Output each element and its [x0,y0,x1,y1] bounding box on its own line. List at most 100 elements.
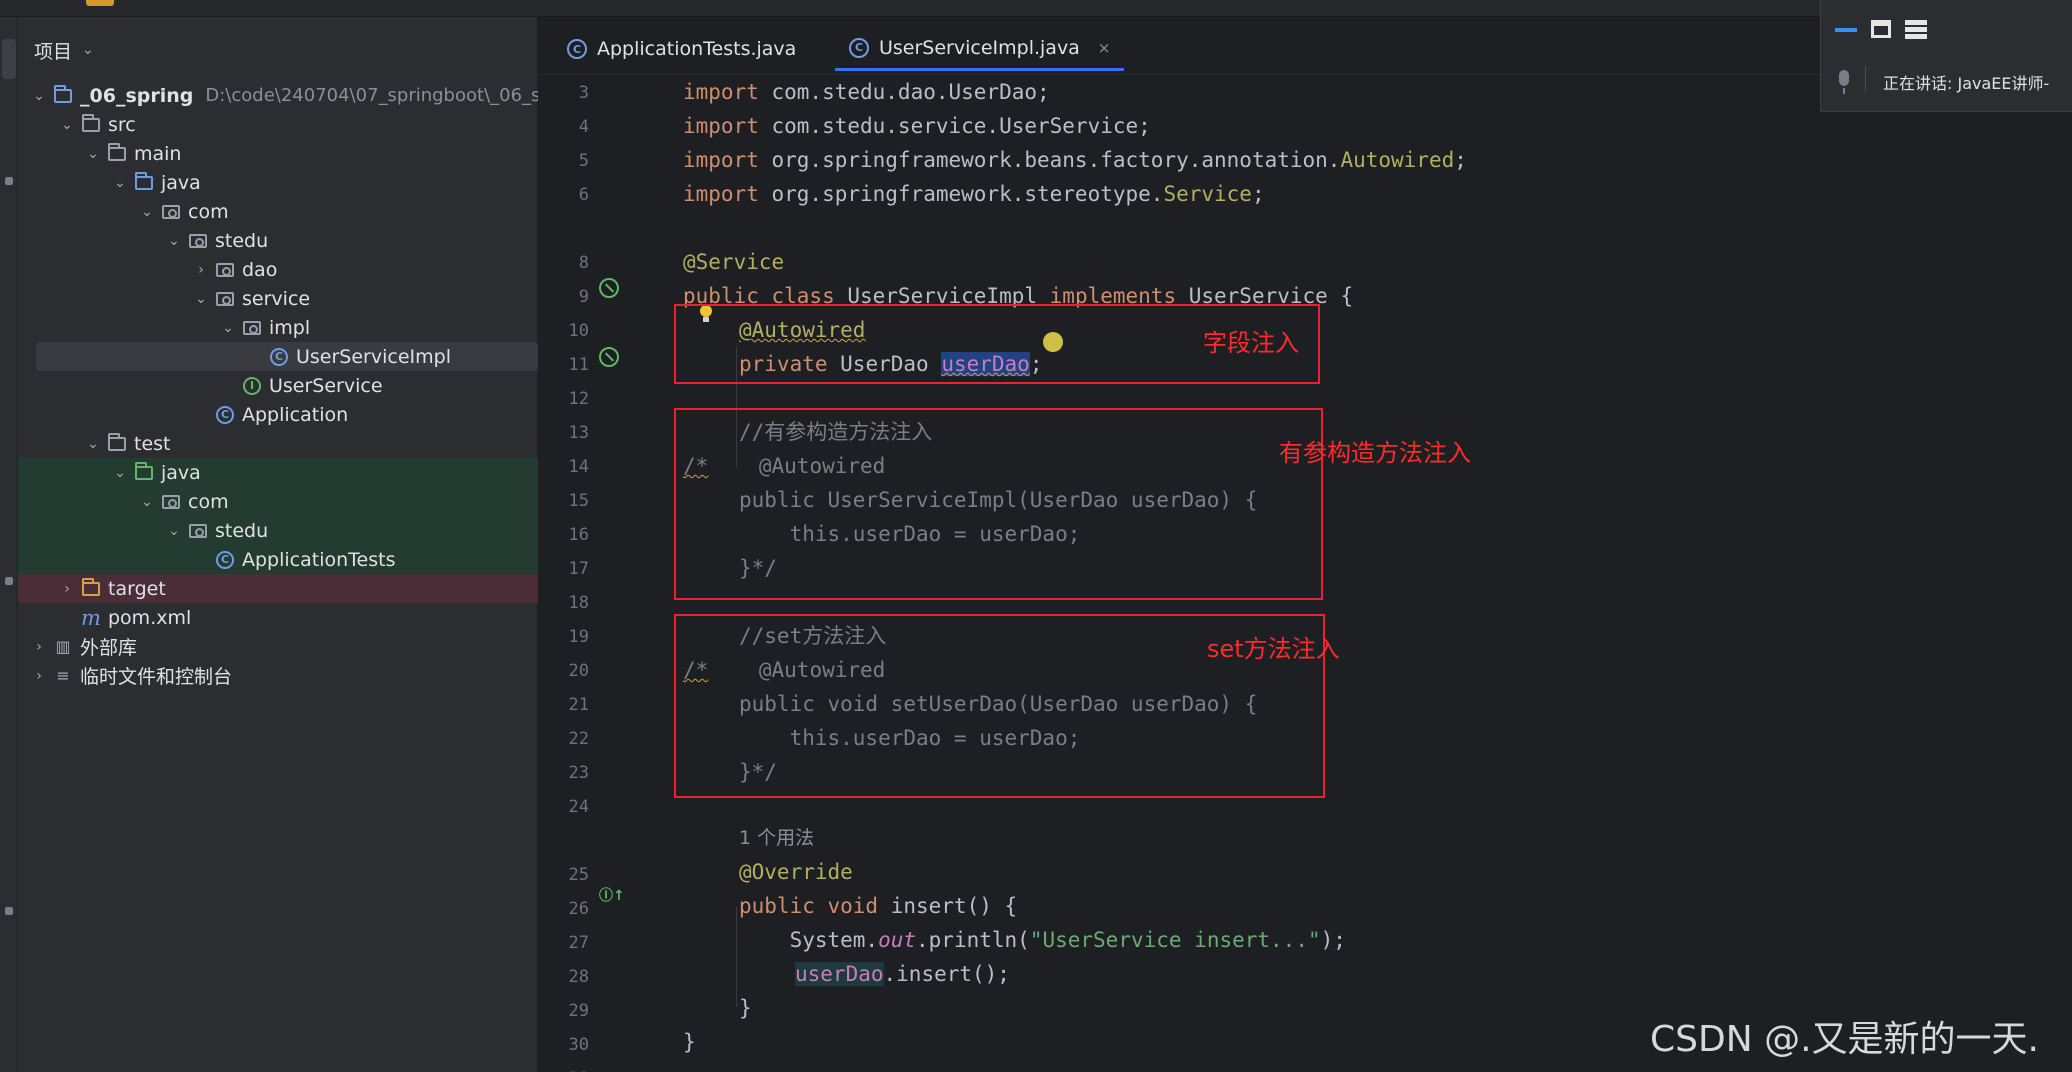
tab-applicationtests[interactable]: C ApplicationTests.java [553,27,810,71]
chevron-down-icon[interactable]: ⌄ [165,233,183,249]
microphone-icon[interactable] [1839,70,1849,94]
code-line-26[interactable]: public void insert() { [739,889,1017,923]
tree-item-stedu[interactable]: ⌄ stedu [18,226,538,255]
module-folder-icon [52,84,74,105]
tree-item-userservice[interactable]: I UserService [18,371,538,400]
code-line-28[interactable]: userDao.insert(); [795,957,1010,991]
chevron-down-icon[interactable]: ⌄ [58,117,76,133]
code-line-8[interactable]: @Service [683,245,784,279]
editor-gutter: 3 4 5 6 8 9 10 11 12 13 14 15 16 17 18 19 20 21 22 23 24 25 26… [539,75,639,1072]
chevron-down-icon[interactable]: ⌄ [138,204,156,220]
code-line-29[interactable]: } [739,991,752,1025]
tree-item-external-libraries[interactable]: › ▥ 外部库 [18,632,538,661]
tab-userserviceimpl[interactable]: C UserServiceImpl.java × [835,27,1125,71]
chevron-down-icon[interactable]: ⌄ [84,146,102,162]
tree-item-label: dao [242,258,278,281]
injection-gutter-icon[interactable] [599,347,619,367]
class-icon: C [214,550,236,569]
top-accent [86,0,114,6]
close-icon[interactable]: × [1098,39,1111,57]
constructor-injection-box [674,408,1323,600]
folder-icon [80,113,102,134]
tab-label: ApplicationTests.java [597,38,797,60]
class-icon: C [849,37,869,58]
setter-injection-label: set方法注入 [1207,635,1340,663]
line-number: 23 [568,763,589,783]
tree-item-application[interactable]: C Application [18,400,538,429]
tree-item-java[interactable]: ⌄ java [18,168,538,197]
tree-item-target[interactable]: › target [18,574,538,603]
class-icon: C [567,39,587,59]
code-line-30[interactable]: } [683,1025,696,1059]
folder-icon [106,142,128,163]
tree-item-impl[interactable]: ⌄ impl [18,313,538,342]
package-icon [214,261,236,279]
tree-item-test-com[interactable]: ⌄ com [18,487,538,516]
chevron-down-icon[interactable]: ⌄ [111,175,129,191]
tree-item-com[interactable]: ⌄ com [18,197,538,226]
chevron-down-icon[interactable]: ⌄ [84,436,102,452]
tree-item-userserviceimpl[interactable]: C UserServiceImpl [36,342,538,371]
strip-marker [5,177,13,185]
tree-item-label: target [108,577,166,600]
tree-item-service[interactable]: ⌄ service [18,284,538,313]
line-number: 4 [578,117,589,137]
usage-hint[interactable]: 1 个用法 [739,821,814,855]
tree-item-src[interactable]: ⌄ src [18,110,538,139]
chevron-right-icon[interactable]: › [192,262,210,278]
line-number: 11 [568,355,589,375]
chevron-down-icon[interactable]: ⌄ [30,88,48,104]
tree-item-scratches[interactable]: › ≡ 临时文件和控制台 [18,661,538,690]
project-tool-button[interactable] [2,39,16,79]
maven-icon: m [81,605,101,630]
tab-label: UserServiceImpl.java [879,36,1080,59]
tree-item-dao[interactable]: › dao [18,255,538,284]
code-line-25[interactable]: @Override [739,855,853,889]
implementation-gutter-icon[interactable] [599,278,619,298]
package-icon [187,232,209,250]
code-line-5[interactable]: import org.springframework.beans.factory… [683,143,1467,177]
tree-item-test-stedu[interactable]: ⌄ stedu [18,516,538,545]
line-number: 5 [578,151,589,171]
chevron-right-icon[interactable]: › [30,668,48,684]
chevron-down-icon[interactable]: ⌄ [192,291,210,307]
chevron-down-icon[interactable]: ⌄ [138,494,156,510]
code-line-3[interactable]: import com.stedu.dao.UserDao; [683,75,1050,109]
override-gutter-icon[interactable]: Ⓘ↑ [599,885,625,905]
tree-item-main[interactable]: ⌄ main [18,139,538,168]
line-number: 30 [568,1035,589,1055]
chevron-right-icon[interactable]: › [58,581,76,597]
line-number: 16 [568,525,589,545]
separator [1865,66,1866,92]
chevron-down-icon[interactable]: ⌄ [219,320,237,336]
package-icon [214,290,236,308]
field-injection-label: 字段注入 [1203,329,1299,357]
tree-item-applicationtests[interactable]: C ApplicationTests [18,545,538,574]
tree-item-label: com [188,200,229,223]
code-line-4[interactable]: import com.stedu.service.UserService; [683,109,1151,143]
project-panel-header[interactable]: 项目 ⌄ [34,37,94,63]
chevron-down-icon[interactable]: ⌄ [165,523,183,539]
code-line-6[interactable]: import org.springframework.stereotype.Se… [683,177,1265,211]
tree-item-pom[interactable]: m pom.xml [18,603,538,632]
folder-icon [106,432,128,453]
list-icon[interactable] [1905,20,1927,40]
editor: C ApplicationTests.java C UserServiceImp… [539,17,2072,1072]
tree-item-test[interactable]: ⌄ test [18,429,538,458]
window-icon[interactable] [1871,20,1891,38]
chevron-right-icon[interactable]: › [30,639,48,655]
test-folder-icon [133,461,155,482]
tree-item-label: ApplicationTests [242,548,396,571]
tree-item-module[interactable]: ⌄ _06_spring D:\code\240704\07_springboo… [18,81,538,110]
minimize-icon[interactable] [1835,28,1857,32]
line-number: 26 [568,899,589,919]
chevron-down-icon[interactable]: ⌄ [111,465,129,481]
code-line-27[interactable]: System.out.println("UserService insert..… [739,923,1346,957]
tree-item-label: pom.xml [108,606,192,629]
tool-window-strip [0,17,18,1072]
meeting-overlay: 正在讲话: JavaEE讲师- [1820,0,2072,112]
tree-item-test-java[interactable]: ⌄ java [18,458,538,487]
line-number: 17 [568,559,589,579]
line-number: 19 [568,627,589,647]
chevron-down-icon[interactable]: ⌄ [82,42,94,58]
